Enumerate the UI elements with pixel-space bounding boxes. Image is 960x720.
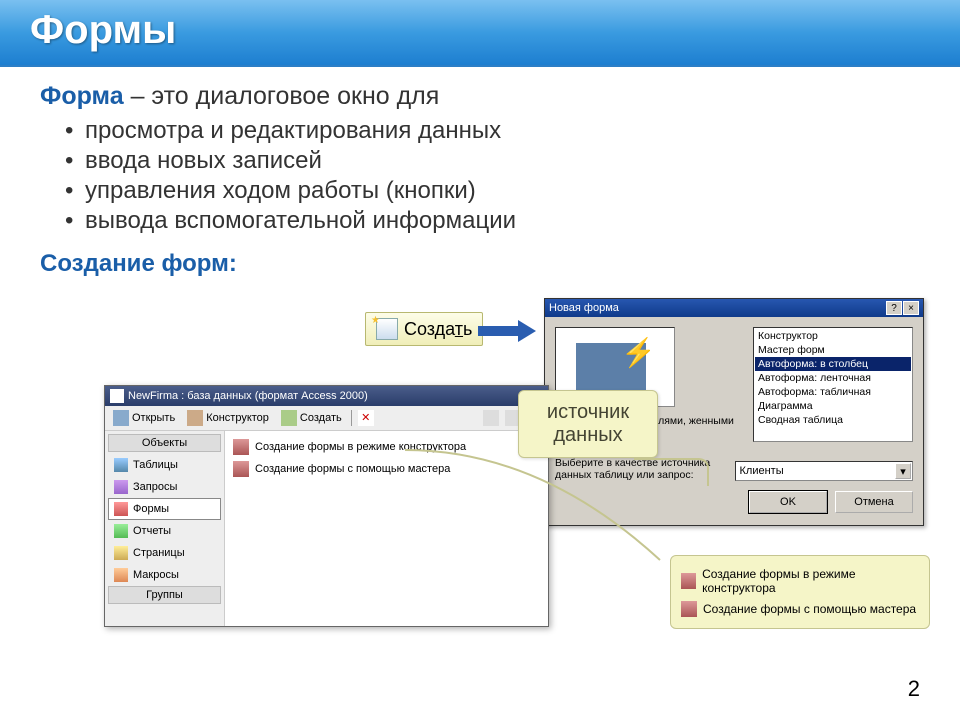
help-button[interactable]: ? [886,301,902,315]
new-icon [376,318,398,340]
list-item[interactable]: Мастер форм [755,343,911,357]
open-icon [113,410,129,426]
definition-text: – это диалоговое окно для [124,82,440,110]
db-titlebar: NewFirma : база данных (формат Access 20… [105,386,548,406]
cancel-button[interactable]: Отмена [835,491,913,513]
db-title-text: NewFirma : база данных (формат Access 20… [128,390,368,402]
sidebar-item-queries[interactable]: Запросы [108,476,221,498]
combo-value: Клиенты [740,465,784,477]
list-item[interactable]: Автоформа: табличная [755,385,911,399]
groups-group: Группы [108,586,221,604]
new-icon [281,410,297,426]
sidebar-item-pages[interactable]: Страницы [108,542,221,564]
callout-actions: Создание формы в режиме конструктора Соз… [670,555,930,629]
page-icon [114,546,128,560]
chevron-down-icon[interactable]: ▾ [895,463,911,479]
dialog-title: Новая форма [549,302,619,314]
bullet-item: управления ходом работы (кнопки) [85,177,920,205]
create-button-tb[interactable]: Создать [278,409,345,427]
close-button[interactable]: × [903,301,919,315]
callout-connector [400,445,680,575]
db-icon [110,389,124,403]
query-icon [114,480,128,494]
list-item[interactable]: Автоформа: ленточная [755,371,911,385]
list-item[interactable]: Конструктор [755,329,911,343]
report-icon [114,524,128,538]
sidebar-item-tables[interactable]: Таблицы [108,454,221,476]
objects-group: Объекты [108,434,221,452]
source-combobox[interactable]: Клиенты ▾ [735,461,914,481]
macro-icon [114,568,128,582]
form-icon [233,461,249,477]
bullet-item: просмотра и редактирования данных [85,117,920,145]
list-item[interactable]: Диаграмма [755,399,911,413]
callout-action-item: Создание формы в режиме конструктора [679,564,921,598]
table-icon [114,458,128,472]
view-icon[interactable] [483,410,499,426]
form-icon [233,439,249,455]
form-icon [681,601,697,617]
arrow-icon [478,320,536,342]
sidebar-item-forms[interactable]: Формы [108,498,221,520]
create-button-label: Создать [404,319,472,340]
form-icon [681,573,696,589]
ok-button[interactable]: OK [749,491,827,513]
delete-icon[interactable]: ✕ [358,410,374,426]
form-icon [114,502,128,516]
db-toolbar: Открыть Конструктор Создать ✕ [105,406,548,431]
slide-header: Формы [0,0,960,67]
definition-line: Форма – это диалоговое окно для [40,82,920,111]
definition-term: Форма [40,82,124,110]
sidebar-item-macros[interactable]: Макросы [108,564,221,586]
create-button[interactable]: Создать [365,312,483,346]
slide-title: Формы [30,8,930,53]
list-item-selected[interactable]: Автоформа: в столбец [755,357,911,371]
list-item[interactable]: Сводная таблица [755,413,911,427]
form-type-listbox[interactable]: Конструктор Мастер форм Автоформа: в сто… [753,327,913,442]
bullet-item: ввода новых записей [85,147,920,175]
design-button[interactable]: Конструктор [184,409,272,427]
open-button[interactable]: Открыть [110,409,178,427]
separator [351,410,352,426]
db-sidebar: Объекты Таблицы Запросы Формы Отчеты Стр… [105,431,225,626]
definition-bullets: просмотра и редактирования данных ввода … [40,117,920,235]
slide-content: Форма – это диалоговое окно для просмотр… [0,67,960,293]
page-number: 2 [908,676,920,702]
design-icon [187,410,203,426]
callout-action-item: Создание формы с помощью мастера [679,598,921,620]
subheading: Создание форм: [40,250,920,278]
dialog-titlebar: Новая форма ? × [545,299,923,317]
sidebar-item-reports[interactable]: Отчеты [108,520,221,542]
bullet-item: вывода вспомогательной информации [85,207,920,235]
